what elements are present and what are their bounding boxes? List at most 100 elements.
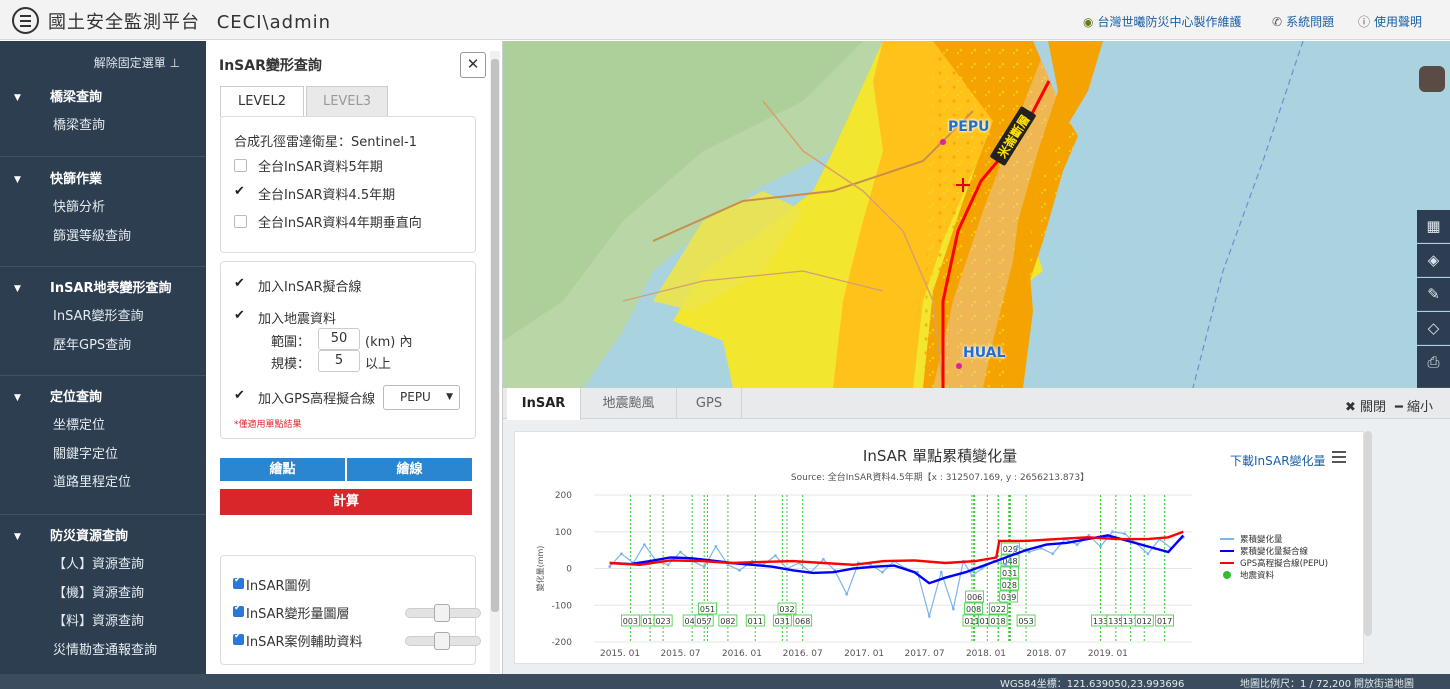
legend-label: InSAR圖例 bbox=[246, 579, 311, 594]
nav-header-bridge[interactable]: 橋梁查詢 bbox=[0, 84, 206, 112]
data-point bbox=[666, 563, 670, 567]
scrollbar-thumb[interactable] bbox=[491, 59, 499, 612]
quake-label: 039 bbox=[1001, 593, 1016, 602]
map-icon[interactable]: ▦ bbox=[1417, 210, 1450, 243]
quake-label: 003 bbox=[623, 617, 638, 626]
scale-input[interactable]: 5 bbox=[318, 350, 360, 372]
status-bar: WGS84坐標：121.639050,23.993696 地圖比例尺：1 / 7… bbox=[0, 674, 1450, 689]
series-line bbox=[609, 531, 1184, 619]
quake-label: 加入地震資料 bbox=[258, 312, 337, 327]
nav-item-gps-query[interactable]: 歷年GPS查詢 bbox=[0, 332, 206, 361]
nav-item-disaster-report[interactable]: 災情勘查通報查詢 bbox=[0, 637, 206, 666]
side-nav: 解除固定選單 ⊥ 橋梁查詢 橋梁查詢 快篩作業 快篩分析 篩選等級查詢 InSA… bbox=[0, 41, 206, 674]
chart-scrollbar[interactable] bbox=[1364, 431, 1372, 636]
quake-label: 022 bbox=[991, 605, 1006, 614]
top-header: 國土安全監測平台 CECI\admin ◉ 台灣世曦防災中心製作維護 ✆ 系統問題 … bbox=[0, 0, 1450, 40]
result-panel: InSAR 地震颱風 GPS ✖ 關閉 ━ 縮小 200 100 0 -100 -200… bbox=[503, 388, 1450, 674]
vendor-link[interactable]: ◉ 台灣世曦防災中心製作維護 bbox=[1083, 13, 1242, 30]
close-panel-button[interactable]: ✖ 關閉 bbox=[1345, 396, 1386, 415]
map-view[interactable]: 米崙斷層 PEPU HUAL ▦ ◈ ✎ ◇ ⎙ bbox=[503, 41, 1450, 388]
nav-header-locate[interactable]: 定位查詢 bbox=[0, 384, 206, 412]
print-icon[interactable]: ⎙ bbox=[1417, 346, 1450, 388]
legend-label: GPS高程擬合線(PEPU) bbox=[1240, 558, 1328, 569]
nav-item-screening-analysis[interactable]: 快篩分析 bbox=[0, 194, 206, 223]
quake-label: 012 bbox=[1137, 617, 1152, 626]
case-data-opacity-slider[interactable] bbox=[405, 632, 481, 650]
dataset-5yr-checkbox[interactable] bbox=[234, 159, 247, 172]
minimize-icon: ━ bbox=[1395, 400, 1403, 415]
nav-item-road-mileage[interactable]: 道路里程定位 bbox=[0, 469, 206, 498]
dataset-4-5yr-checkbox[interactable] bbox=[234, 184, 247, 200]
nav-item-materials[interactable]: 【料】資源查詢 bbox=[0, 608, 206, 637]
nav-header-screening[interactable]: 快篩作業 bbox=[0, 166, 206, 194]
station-label-hual[interactable]: HUAL bbox=[963, 345, 1005, 361]
slider-handle[interactable] bbox=[434, 604, 450, 622]
nav-item-insar-query[interactable]: InSAR變形查詢 bbox=[0, 303, 206, 332]
pen-icon[interactable]: ✎ bbox=[1417, 278, 1450, 311]
terms-link[interactable]: ⓘ 使用聲明 bbox=[1358, 13, 1422, 30]
nav-item-screening-level[interactable]: 篩選等級查詢 bbox=[0, 223, 206, 252]
nav-section-insar: InSAR地表變形查詢 InSAR變形查詢 歷年GPS查詢 bbox=[0, 275, 206, 360]
map-toggle-button[interactable] bbox=[1419, 66, 1445, 92]
draw-point-button[interactable]: 繪點 bbox=[220, 458, 345, 481]
slider-handle[interactable] bbox=[434, 632, 450, 650]
tab-level3[interactable]: LEVEL3 bbox=[306, 86, 388, 116]
satellite-label: 合成孔徑雷達衛星：Sentinel-1 bbox=[234, 135, 418, 150]
close-icon[interactable]: ✕ bbox=[460, 52, 486, 78]
nav-header-resources[interactable]: 防災資源查詢 bbox=[0, 523, 206, 551]
legend-checkbox[interactable] bbox=[233, 575, 244, 589]
dataset-4yr-vertical-checkbox[interactable] bbox=[234, 215, 247, 228]
x-tick-label: 2016. 01 bbox=[722, 649, 762, 659]
dataset-4yr-vertical-label: 全台InSAR資料4年期垂直向 bbox=[258, 216, 422, 231]
panel-title: InSAR變形查詢 bbox=[219, 58, 322, 74]
unpin-menu-button[interactable]: 解除固定選單 ⊥ bbox=[94, 54, 180, 71]
y-tick-label: 0 bbox=[566, 565, 572, 575]
minimize-panel-button[interactable]: ━ 縮小 bbox=[1395, 396, 1433, 415]
data-point bbox=[951, 607, 955, 611]
case-data-checkbox[interactable] bbox=[233, 631, 244, 645]
deformation-opacity-slider[interactable] bbox=[405, 604, 481, 622]
data-point bbox=[679, 550, 682, 554]
tab-level2[interactable]: LEVEL2 bbox=[220, 86, 304, 117]
chart-menu-icon[interactable] bbox=[1332, 450, 1346, 464]
download-link[interactable]: 下載InSAR變化量 bbox=[1230, 452, 1326, 469]
fit-line-checkbox[interactable] bbox=[234, 276, 247, 292]
legend-label: 地震資料 bbox=[1240, 570, 1275, 581]
nav-header-insar[interactable]: InSAR地表變形查詢 bbox=[0, 275, 206, 303]
panel-scrollbar[interactable] bbox=[490, 51, 500, 673]
system-issue-link[interactable]: ✆ 系統問題 bbox=[1272, 13, 1334, 30]
tab-gps[interactable]: GPS bbox=[677, 388, 742, 419]
range-input[interactable]: 50 bbox=[318, 328, 360, 350]
gps-checkbox[interactable] bbox=[234, 388, 247, 404]
nav-item-machines[interactable]: 【機】資源查詢 bbox=[0, 580, 206, 609]
nav-item-keyword[interactable]: 關鍵字定位 bbox=[0, 441, 206, 470]
calculate-button[interactable]: 計算 bbox=[220, 489, 472, 515]
deformation-layer-checkbox[interactable] bbox=[233, 603, 244, 617]
nav-item-people[interactable]: 【人】資源查詢 bbox=[0, 551, 206, 580]
hamburger-menu-icon[interactable] bbox=[12, 7, 39, 34]
quake-checkbox[interactable] bbox=[234, 308, 247, 324]
quake-label: 133 bbox=[1093, 617, 1108, 626]
globe-icon: ◉ bbox=[1083, 15, 1094, 29]
ruler-icon[interactable]: ◇ bbox=[1417, 312, 1450, 345]
y-tick-label: -200 bbox=[552, 638, 573, 648]
data-point bbox=[939, 570, 943, 574]
result-tabs: InSAR 地震颱風 GPS ✖ 關閉 ━ 縮小 bbox=[503, 388, 1450, 420]
nav-item-bridge-query[interactable]: 橋梁查詢 bbox=[0, 112, 206, 141]
station-label-pepu[interactable]: PEPU bbox=[948, 119, 989, 135]
tab-insar[interactable]: InSAR bbox=[507, 388, 581, 420]
quake-label: 057 bbox=[697, 617, 712, 626]
tab-earthquake-typhoon[interactable]: 地震颱風 bbox=[581, 388, 677, 419]
nav-section-locate: 定位查詢 坐標定位 關鍵字定位 道路里程定位 bbox=[0, 384, 206, 498]
x-tick-label: 2018. 07 bbox=[1026, 649, 1066, 659]
gps-station-select[interactable]: PEPU ▼ bbox=[383, 385, 460, 410]
basemap-name[interactable]: 開放街道地圖 bbox=[1354, 675, 1414, 689]
dataset-5yr-label: 全台InSAR資料5年期 bbox=[258, 160, 383, 175]
draw-line-button[interactable]: 繪線 bbox=[347, 458, 472, 481]
data-point bbox=[1099, 545, 1102, 548]
layers-icon[interactable]: ◈ bbox=[1417, 244, 1450, 277]
nav-section-bridge: 橋梁查詢 橋梁查詢 bbox=[0, 84, 206, 141]
data-point bbox=[773, 554, 777, 558]
nav-item-coordinate[interactable]: 坐標定位 bbox=[0, 412, 206, 441]
nav-section-resources: 防災資源查詢 【人】資源查詢 【機】資源查詢 【料】資源查詢 災情勘查通報查詢 bbox=[0, 523, 206, 665]
